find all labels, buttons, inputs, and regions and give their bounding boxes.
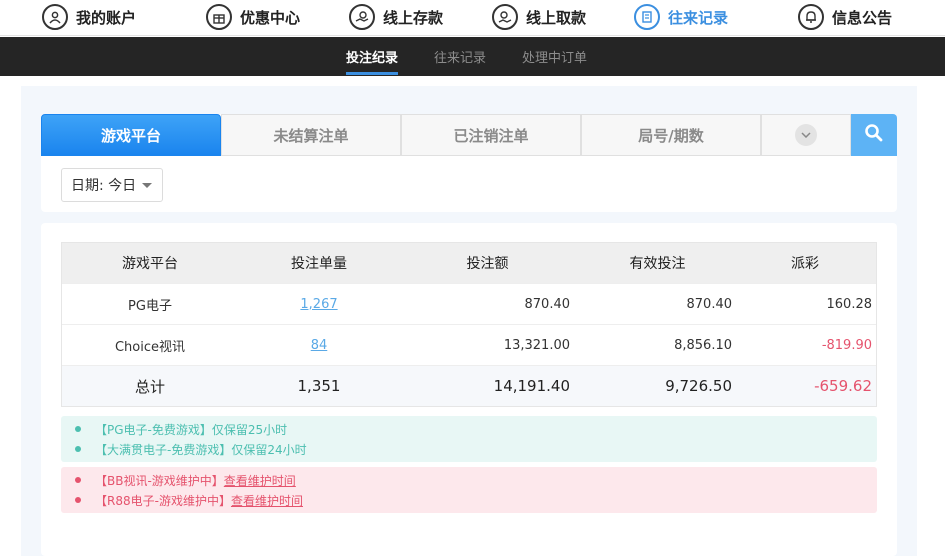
notice-text: 【大满贯电子-免费游戏】仅保留24小时 <box>95 442 307 457</box>
nav-item-announcements[interactable]: 信息公告 <box>798 0 892 34</box>
notice-text: 【PG电子-免费游戏】仅保留25小时 <box>95 422 288 437</box>
bet-count-link[interactable]: 1,267 <box>300 297 337 312</box>
cell-platform: Choice视讯 <box>114 339 186 355</box>
header-bet-amount: 投注额 <box>466 256 509 272</box>
notice-text: 【BB视讯-游戏维护中】 <box>95 473 224 488</box>
bullet-dot <box>75 446 81 452</box>
total-bet-count: 1,351 <box>297 377 341 395</box>
withdraw-icon <box>492 4 518 30</box>
nav-label: 线上取款 <box>526 8 587 27</box>
cell-payout: 160.28 <box>826 296 873 312</box>
cell-valid-bet: 8,856.10 <box>674 337 732 353</box>
table-header: 游戏平台 投注单量 投注额 有效投注 派彩 <box>62 243 876 283</box>
nav-item-withdraw[interactable]: 线上取款 <box>492 0 586 34</box>
more-tabs-dropdown[interactable] <box>761 114 851 156</box>
table-row: Choice视讯 84 13,321.00 8,856.10 -819.90 <box>62 324 876 365</box>
notice-item: 【大满贯电子-免费游戏】仅保留24小时 <box>75 439 877 459</box>
filter-panel: 游戏平台 未结算注单 已注销注单 局号/期数 日期: 今日 <box>41 114 897 212</box>
cell-platform: PG电子 <box>128 298 172 314</box>
bet-summary-table: 游戏平台 投注单量 投注额 有效投注 派彩 PG电子 1,267 870.40 … <box>61 242 877 407</box>
bullet-dot <box>75 497 81 503</box>
tab-round-number[interactable]: 局号/期数 <box>581 114 761 156</box>
cell-bet-amount: 870.40 <box>524 296 571 312</box>
user-icon <box>42 4 68 30</box>
total-bet-amount: 14,191.40 <box>493 377 570 395</box>
nav-label: 我的账户 <box>76 8 137 27</box>
notice-item: 【PG电子-免费游戏】仅保留25小时 <box>75 419 877 439</box>
free-game-notice: 【PG电子-免费游戏】仅保留25小时 【大满贯电子-免费游戏】仅保留24小时 <box>61 416 877 462</box>
chevron-down-icon <box>795 124 817 146</box>
cell-valid-bet: 870.40 <box>686 296 733 312</box>
nav-item-deposit[interactable]: 线上存款 <box>349 0 443 34</box>
subtab-bet-records[interactable]: 投注纪录 <box>346 37 399 76</box>
tab-cancelled-bets[interactable]: 已注销注单 <box>401 114 581 156</box>
main-content: 游戏平台 未结算注单 已注销注单 局号/期数 日期: 今日 游戏平台 投注单量 … <box>21 86 917 556</box>
search-icon <box>864 123 884 147</box>
bullet-dot <box>75 426 81 432</box>
total-valid-bet: 9,726.50 <box>665 377 732 395</box>
date-filter-select[interactable]: 日期: 今日 <box>61 168 163 202</box>
notice-item: 【R88电子-游戏维护中】 查看维护时间 <box>75 490 877 510</box>
nav-item-records[interactable]: 往来记录 <box>634 0 728 34</box>
nav-label: 线上存款 <box>383 8 444 27</box>
view-maintenance-time-link[interactable]: 查看维护时间 <box>224 472 296 489</box>
bullet-dot <box>75 477 81 483</box>
nav-label: 往来记录 <box>668 8 729 27</box>
header-valid-bet: 有效投注 <box>629 256 686 272</box>
maintenance-notice: 【BB视讯-游戏维护中】 查看维护时间 【R88电子-游戏维护中】 查看维护时间 <box>61 467 877 513</box>
nav-item-promotions[interactable]: 优惠中心 <box>206 0 300 34</box>
top-navigation: 我的账户 优惠中心 线上存款 线上取款 往来记录 信息公告 <box>0 0 945 36</box>
cell-bet-amount: 13,321.00 <box>503 337 570 353</box>
header-bet-count: 投注单量 <box>291 256 347 272</box>
results-panel: 游戏平台 投注单量 投注额 有效投注 派彩 PG电子 1,267 870.40 … <box>41 223 897 556</box>
table-total-row: 总计 1,351 14,191.40 9,726.50 -659.62 <box>62 365 876 406</box>
nav-label: 信息公告 <box>832 8 893 27</box>
caret-down-icon <box>142 182 153 188</box>
total-payout: -659.62 <box>814 377 872 395</box>
subtab-pending-orders[interactable]: 处理中订单 <box>522 37 587 76</box>
nav-label: 优惠中心 <box>240 8 301 27</box>
notice-text: 【R88电子-游戏维护中】 <box>95 493 231 508</box>
nav-item-my-account[interactable]: 我的账户 <box>42 0 136 34</box>
bell-icon <box>798 4 824 30</box>
header-platform: 游戏平台 <box>122 256 178 272</box>
gift-icon <box>206 4 232 30</box>
cell-payout: -819.90 <box>821 337 872 353</box>
table-row: PG电子 1,267 870.40 870.40 160.28 <box>62 283 876 324</box>
deposit-icon <box>349 4 375 30</box>
notice-item: 【BB视讯-游戏维护中】 查看维护时间 <box>75 470 877 490</box>
tab-unsettled-bets[interactable]: 未结算注单 <box>221 114 401 156</box>
header-payout: 派彩 <box>791 256 819 272</box>
view-maintenance-time-link[interactable]: 查看维护时间 <box>231 492 303 509</box>
sub-navigation: 投注纪录 往来记录 处理中订单 <box>0 37 945 76</box>
bet-count-link[interactable]: 84 <box>311 338 328 353</box>
subtab-transaction-records[interactable]: 往来记录 <box>434 37 486 76</box>
total-label: 总计 <box>134 377 165 396</box>
search-button[interactable] <box>851 114 897 156</box>
tab-game-platform[interactable]: 游戏平台 <box>41 114 221 156</box>
date-filter-label: 日期: 今日 <box>71 178 137 194</box>
record-icon <box>634 4 660 30</box>
